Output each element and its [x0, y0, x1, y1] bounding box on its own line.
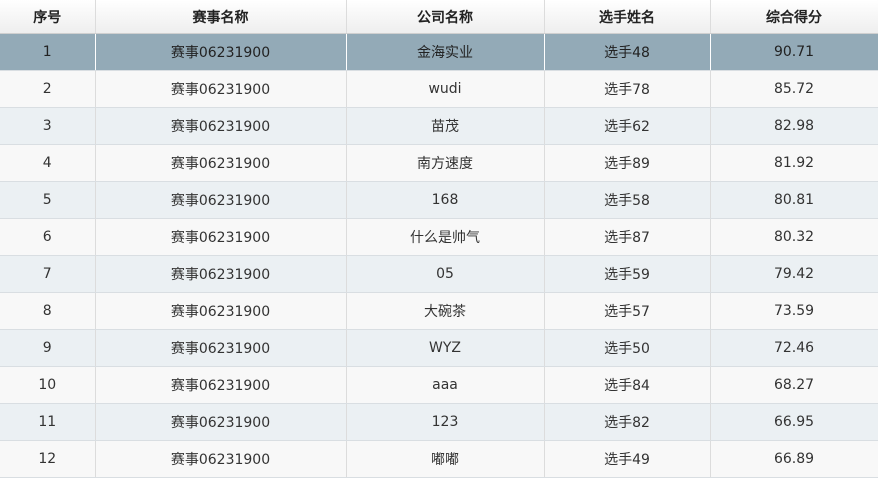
table-row[interactable]: 12 赛事06231900 嘟嘟 选手49 66.89	[0, 440, 878, 478]
column-header-index[interactable]: 序号	[0, 0, 96, 34]
cell-company-name: 123	[346, 403, 545, 441]
cell-player-name: 选手87	[544, 218, 711, 256]
cell-event-name: 赛事06231900	[95, 218, 347, 256]
table-row[interactable]: 1 赛事06231900 金海实业 选手48 90.71	[0, 33, 878, 71]
cell-index: 3	[0, 107, 96, 145]
cell-index: 6	[0, 218, 96, 256]
column-header-player-name[interactable]: 选手姓名	[544, 0, 711, 34]
cell-event-name: 赛事06231900	[95, 403, 347, 441]
cell-company-name: 南方速度	[346, 144, 545, 182]
cell-index: 7	[0, 255, 96, 293]
ranking-table: 序号 赛事名称 公司名称 选手姓名 综合得分 1 赛事06231900 金海实业 选手…	[0, 0, 878, 478]
cell-player-name: 选手48	[544, 33, 711, 71]
cell-player-name: 选手78	[544, 70, 711, 108]
cell-total-score: 80.81	[710, 181, 878, 219]
cell-event-name: 赛事06231900	[95, 255, 347, 293]
cell-total-score: 79.42	[710, 255, 878, 293]
cell-player-name: 选手62	[544, 107, 711, 145]
cell-total-score: 72.46	[710, 329, 878, 367]
cell-player-name: 选手50	[544, 329, 711, 367]
column-header-company-name[interactable]: 公司名称	[346, 0, 545, 34]
cell-index: 4	[0, 144, 96, 182]
cell-total-score: 81.92	[710, 144, 878, 182]
cell-index: 1	[0, 33, 96, 71]
column-header-total-score[interactable]: 综合得分	[710, 0, 878, 34]
table-header-row: 序号 赛事名称 公司名称 选手姓名 综合得分	[0, 0, 878, 34]
table-row[interactable]: 2 赛事06231900 wudi 选手78 85.72	[0, 70, 878, 108]
cell-player-name: 选手59	[544, 255, 711, 293]
table-row[interactable]: 7 赛事06231900 05 选手59 79.42	[0, 255, 878, 293]
cell-event-name: 赛事06231900	[95, 329, 347, 367]
cell-player-name: 选手49	[544, 440, 711, 478]
table-row[interactable]: 6 赛事06231900 什么是帅气 选手87 80.32	[0, 218, 878, 256]
cell-total-score: 82.98	[710, 107, 878, 145]
table-row[interactable]: 10 赛事06231900 aaa 选手84 68.27	[0, 366, 878, 404]
cell-company-name: 168	[346, 181, 545, 219]
cell-total-score: 66.95	[710, 403, 878, 441]
cell-company-name: 05	[346, 255, 545, 293]
cell-company-name: 嘟嘟	[346, 440, 545, 478]
column-header-event-name[interactable]: 赛事名称	[95, 0, 347, 34]
cell-player-name: 选手57	[544, 292, 711, 330]
cell-event-name: 赛事06231900	[95, 181, 347, 219]
cell-event-name: 赛事06231900	[95, 440, 347, 478]
cell-total-score: 80.32	[710, 218, 878, 256]
cell-total-score: 68.27	[710, 366, 878, 404]
cell-index: 2	[0, 70, 96, 108]
cell-player-name: 选手58	[544, 181, 711, 219]
table-row[interactable]: 5 赛事06231900 168 选手58 80.81	[0, 181, 878, 219]
cell-total-score: 90.71	[710, 33, 878, 71]
cell-player-name: 选手82	[544, 403, 711, 441]
cell-player-name: 选手89	[544, 144, 711, 182]
cell-company-name: 苗茂	[346, 107, 545, 145]
table-row[interactable]: 11 赛事06231900 123 选手82 66.95	[0, 403, 878, 441]
cell-index: 10	[0, 366, 96, 404]
cell-event-name: 赛事06231900	[95, 107, 347, 145]
cell-event-name: 赛事06231900	[95, 70, 347, 108]
cell-index: 12	[0, 440, 96, 478]
table-row[interactable]: 3 赛事06231900 苗茂 选手62 82.98	[0, 107, 878, 145]
cell-event-name: 赛事06231900	[95, 366, 347, 404]
cell-total-score: 66.89	[710, 440, 878, 478]
cell-event-name: 赛事06231900	[95, 33, 347, 71]
cell-company-name: aaa	[346, 366, 545, 404]
cell-total-score: 85.72	[710, 70, 878, 108]
cell-index: 8	[0, 292, 96, 330]
table-row[interactable]: 4 赛事06231900 南方速度 选手89 81.92	[0, 144, 878, 182]
cell-company-name: 金海实业	[346, 33, 545, 71]
table-row[interactable]: 9 赛事06231900 WYZ 选手50 72.46	[0, 329, 878, 367]
cell-company-name: 大碗茶	[346, 292, 545, 330]
cell-player-name: 选手84	[544, 366, 711, 404]
cell-event-name: 赛事06231900	[95, 292, 347, 330]
cell-index: 5	[0, 181, 96, 219]
cell-index: 9	[0, 329, 96, 367]
table-row[interactable]: 8 赛事06231900 大碗茶 选手57 73.59	[0, 292, 878, 330]
cell-company-name: 什么是帅气	[346, 218, 545, 256]
cell-company-name: wudi	[346, 70, 545, 108]
cell-company-name: WYZ	[346, 329, 545, 367]
cell-index: 11	[0, 403, 96, 441]
cell-total-score: 73.59	[710, 292, 878, 330]
cell-event-name: 赛事06231900	[95, 144, 347, 182]
